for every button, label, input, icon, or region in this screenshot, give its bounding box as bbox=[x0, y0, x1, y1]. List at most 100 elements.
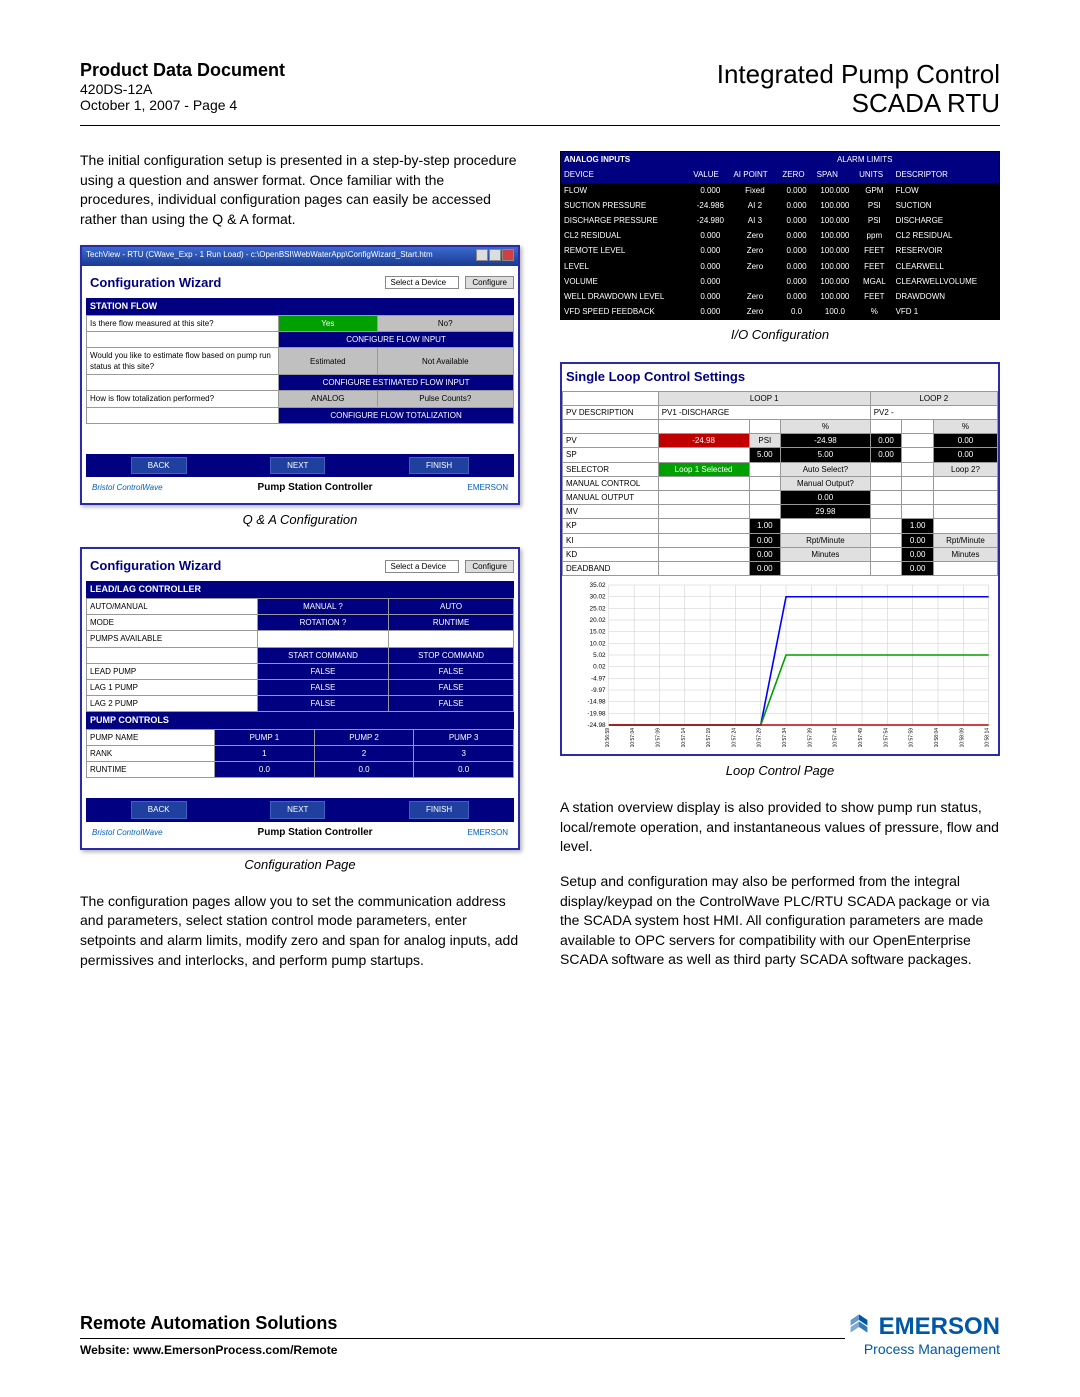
configure-flow-total-button[interactable]: CONFIGURE FLOW TOTALIZATION bbox=[279, 407, 514, 423]
loop-cell: 0.00 bbox=[933, 434, 997, 448]
loop-cell bbox=[902, 505, 934, 519]
controller-label-2: Pump Station Controller bbox=[258, 826, 373, 840]
table-cell[interactable]: START COMMAND bbox=[257, 647, 388, 663]
svg-text:10:57:59: 10:57:59 bbox=[909, 728, 915, 748]
io-cell: 0.000 bbox=[690, 243, 730, 258]
table-cell[interactable]: ROTATION ? bbox=[257, 615, 388, 631]
io-cell: VFD SPEED FEEDBACK bbox=[561, 304, 690, 319]
io-cell: 0.000 bbox=[779, 183, 813, 198]
left-column: The initial configuration setup is prese… bbox=[80, 151, 520, 985]
io-cell: 100.000 bbox=[814, 259, 856, 274]
configure-button-2[interactable]: Configure bbox=[465, 560, 514, 573]
loop-cell bbox=[749, 505, 781, 519]
table-cell[interactable]: AUTO bbox=[389, 599, 514, 615]
loop-cell: PV bbox=[563, 434, 659, 448]
io-cell: 0.000 bbox=[690, 304, 730, 319]
configure-flow-input-button[interactable]: CONFIGURE FLOW INPUT bbox=[279, 331, 514, 347]
io-cell: LEVEL bbox=[561, 259, 690, 274]
io-cell: MGAL bbox=[856, 274, 892, 289]
page-footer: Remote Automation Solutions Website: www… bbox=[80, 1313, 1000, 1357]
svg-text:10.02: 10.02 bbox=[590, 641, 607, 648]
table-cell[interactable]: FALSE bbox=[257, 696, 388, 712]
io-cell: Zero bbox=[730, 243, 779, 258]
configure-est-flow-button[interactable]: CONFIGURE ESTIMATED FLOW INPUT bbox=[279, 375, 514, 391]
qa-q3: How is flow totalization performed? bbox=[87, 391, 279, 407]
not-available-button[interactable]: Not Available bbox=[377, 347, 514, 374]
caption-loop: Loop Control Page bbox=[560, 762, 1000, 780]
io-cell: DISCHARGE PRESSURE bbox=[561, 213, 690, 228]
qa-no-button[interactable]: No? bbox=[377, 315, 514, 331]
table-cell[interactable]: RUNTIME bbox=[389, 615, 514, 631]
analog-button[interactable]: ANALOG bbox=[279, 391, 377, 407]
table-cell[interactable]: FALSE bbox=[257, 663, 388, 679]
next-button[interactable]: NEXT bbox=[270, 457, 325, 474]
device-select-2[interactable]: Select a Device bbox=[385, 560, 459, 573]
io-cell: SUCTION PRESSURE bbox=[561, 198, 690, 213]
io-cell: Zero bbox=[730, 228, 779, 243]
svg-text:35.02: 35.02 bbox=[590, 582, 607, 589]
table-cell[interactable]: FALSE bbox=[389, 696, 514, 712]
svg-text:10:57:09: 10:57:09 bbox=[655, 728, 661, 748]
qa-config-screenshot: TechView - RTU (CWave_Exp - 1 Run Load) … bbox=[80, 245, 520, 505]
emerson-subbrand: Process Management bbox=[845, 1341, 1000, 1357]
content-columns: The initial configuration setup is prese… bbox=[80, 151, 1000, 985]
loop-cell bbox=[749, 462, 781, 476]
table-cell bbox=[389, 631, 514, 647]
io-cell: PSI bbox=[856, 198, 892, 213]
io-cell: 0.000 bbox=[779, 274, 813, 289]
estimated-button[interactable]: Estimated bbox=[279, 347, 377, 374]
loop-cell: 0.00 bbox=[902, 547, 934, 561]
svg-text:-24.98: -24.98 bbox=[587, 722, 606, 729]
back-button[interactable]: BACK bbox=[131, 457, 187, 474]
loop-cell: Auto Select? bbox=[781, 462, 871, 476]
svg-text:30.02: 30.02 bbox=[590, 594, 607, 601]
loop-cell: Loop 1 Selected bbox=[658, 462, 749, 476]
io-cell: FLOW bbox=[893, 183, 999, 198]
loop-cell bbox=[658, 476, 749, 490]
loop-cell: Minutes bbox=[933, 547, 997, 561]
loop-cell bbox=[658, 448, 749, 462]
loop-cell bbox=[658, 519, 749, 533]
emerson-logo: EMERSON Process Management bbox=[845, 1313, 1000, 1357]
table-cell[interactable]: FALSE bbox=[389, 679, 514, 695]
loop-cell bbox=[933, 519, 997, 533]
table-cell: AUTO/MANUAL bbox=[87, 599, 258, 615]
io-cell: ppm bbox=[856, 228, 892, 243]
svg-text:-4.97: -4.97 bbox=[591, 676, 606, 683]
window-buttons[interactable] bbox=[475, 249, 514, 264]
table-cell[interactable]: FALSE bbox=[257, 679, 388, 695]
configure-button[interactable]: Configure bbox=[465, 276, 514, 289]
loop-cell: KP bbox=[563, 519, 659, 533]
next-button-2[interactable]: NEXT bbox=[270, 801, 325, 818]
loop-cell bbox=[658, 490, 749, 504]
svg-text:10:56:59: 10:56:59 bbox=[605, 728, 611, 748]
table-cell[interactable]: FALSE bbox=[389, 663, 514, 679]
io-cell: AI 2 bbox=[730, 198, 779, 213]
finish-button-2[interactable]: FINISH bbox=[409, 801, 469, 818]
loop-cell bbox=[870, 519, 902, 533]
device-select[interactable]: Select a Device bbox=[385, 276, 459, 289]
svg-text:-19.98: -19.98 bbox=[587, 711, 606, 718]
qa-yes-button[interactable]: Yes bbox=[279, 315, 377, 331]
loop-cell: Rpt/Minute bbox=[933, 533, 997, 547]
pulse-counts-button[interactable]: Pulse Counts? bbox=[377, 391, 514, 407]
config-paragraph: The configuration pages allow you to set… bbox=[80, 892, 520, 970]
back-button-2[interactable]: BACK bbox=[131, 801, 187, 818]
loop-cell: Minutes bbox=[781, 547, 871, 561]
io-cell: VFD 1 bbox=[893, 304, 999, 319]
loop-cell: 0.00 bbox=[781, 490, 871, 504]
loop-cell: 1.00 bbox=[902, 519, 934, 533]
finish-button[interactable]: FINISH bbox=[409, 457, 469, 474]
emerson-helix-icon bbox=[845, 1313, 873, 1341]
io-cell: AI 3 bbox=[730, 213, 779, 228]
qa-q1: Is there flow measured at this site? bbox=[87, 315, 279, 331]
loop-cell: 0.00 bbox=[902, 533, 934, 547]
svg-text:20.02: 20.02 bbox=[590, 617, 607, 624]
io-cell: DISCHARGE bbox=[893, 213, 999, 228]
table-cell[interactable]: STOP COMMAND bbox=[389, 647, 514, 663]
table-cell[interactable]: MANUAL ? bbox=[257, 599, 388, 615]
doc-title: Product Data Document bbox=[80, 60, 285, 81]
svg-text:10:58:04: 10:58:04 bbox=[934, 728, 940, 748]
loop-cell bbox=[870, 533, 902, 547]
loop-cell: KI bbox=[563, 533, 659, 547]
